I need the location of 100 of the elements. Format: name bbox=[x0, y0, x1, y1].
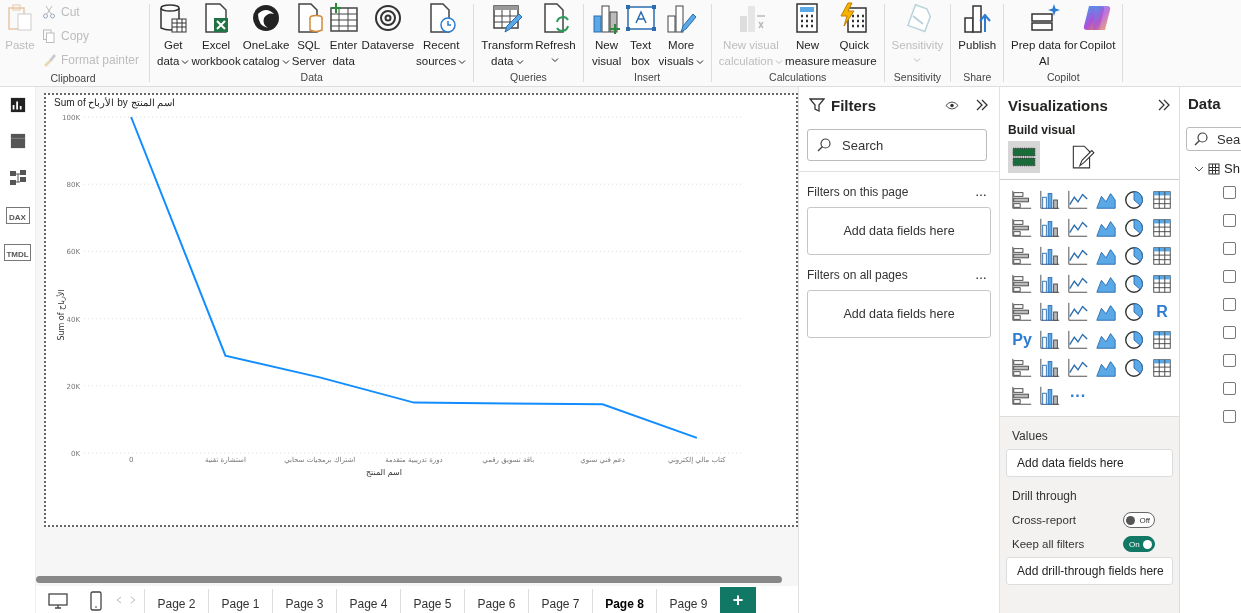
section-title: Values bbox=[1011, 428, 1049, 445]
field-checkbox[interactable] bbox=[1223, 298, 1236, 311]
line-chart-icon[interactable] bbox=[1067, 329, 1089, 351]
model-view-icon[interactable] bbox=[8, 169, 27, 187]
field-checkbox[interactable] bbox=[1223, 354, 1236, 367]
visual-type-button[interactable]: R bbox=[1156, 303, 1168, 321]
collapse-icon[interactable] bbox=[975, 99, 989, 111]
ribbon-button[interactable]: Recent sources bbox=[415, 0, 468, 69]
group-label: Calculations bbox=[769, 71, 827, 85]
ribbon-button[interactable]: Transform data bbox=[480, 0, 535, 69]
pie-chart-icon[interactable] bbox=[1123, 273, 1145, 295]
line-chart-icon[interactable] bbox=[1067, 301, 1089, 323]
more-options-button[interactable]: … bbox=[971, 185, 991, 199]
collapse-icon[interactable] bbox=[1157, 99, 1171, 111]
bar-chart-icon[interactable] bbox=[1011, 385, 1033, 407]
column-chart-icon[interactable] bbox=[1039, 189, 1061, 211]
field-checkbox[interactable] bbox=[1223, 410, 1236, 423]
line-chart-icon[interactable] bbox=[1067, 357, 1089, 379]
ribbon-button[interactable]: OneLake catalog bbox=[241, 0, 291, 69]
ribbon-button[interactable]: New measure bbox=[784, 0, 831, 69]
pie-chart-icon[interactable] bbox=[1123, 217, 1145, 239]
column-chart-icon[interactable] bbox=[1039, 357, 1061, 379]
ribbon-button[interactable]: SQL Server bbox=[290, 0, 327, 69]
ribbon-button[interactable]: New visual bbox=[589, 0, 624, 69]
table-icon[interactable] bbox=[1151, 245, 1173, 267]
pie-chart-icon[interactable] bbox=[1123, 189, 1145, 211]
field-checkbox[interactable] bbox=[1223, 186, 1236, 199]
x-axis-title: اسم المنتج bbox=[365, 468, 403, 477]
pie-chart-icon[interactable] bbox=[1123, 329, 1145, 351]
field-checkbox[interactable] bbox=[1223, 270, 1236, 283]
field-checkbox[interactable] bbox=[1223, 242, 1236, 255]
ribbon-button[interactable]: Publish bbox=[957, 0, 998, 53]
visual-type-button[interactable]: ··· bbox=[1070, 387, 1086, 405]
ribbon-button[interactable]: Enter data bbox=[326, 0, 361, 69]
search-field[interactable]: Sea bbox=[1186, 127, 1241, 151]
table-icon[interactable] bbox=[1151, 273, 1173, 295]
table-icon[interactable] bbox=[1151, 357, 1173, 379]
table-icon[interactable] bbox=[1151, 189, 1173, 211]
table-icon bbox=[1208, 162, 1220, 175]
ribbon-button[interactable]: Text box bbox=[623, 0, 658, 69]
pie-chart-icon[interactable] bbox=[1123, 357, 1145, 379]
table-view-icon[interactable] bbox=[9, 133, 26, 149]
line-chart-icon[interactable] bbox=[1067, 217, 1089, 239]
bar-chart-icon[interactable] bbox=[1011, 273, 1033, 295]
view-button[interactable]: TMDL bbox=[4, 244, 31, 261]
visual-type-button[interactable]: Py bbox=[1012, 331, 1032, 349]
ribbon-button[interactable]: Excel workbook bbox=[190, 0, 242, 69]
column-chart-icon[interactable] bbox=[1039, 273, 1061, 295]
bar-chart-icon[interactable] bbox=[1011, 189, 1033, 211]
drop-zone[interactable]: Add data fields here bbox=[1006, 449, 1173, 477]
toggle-switch[interactable]: On bbox=[1123, 536, 1155, 552]
column-chart-icon[interactable] bbox=[1039, 329, 1061, 351]
search-icon bbox=[1194, 132, 1208, 146]
bar-chart-icon[interactable] bbox=[1011, 301, 1033, 323]
column-chart-icon[interactable] bbox=[1039, 385, 1061, 407]
pane-title: Filters bbox=[831, 96, 877, 114]
group-label: Data bbox=[300, 71, 323, 85]
pie-chart-icon[interactable] bbox=[1123, 245, 1145, 267]
table-name[interactable]: Sh bbox=[1224, 161, 1240, 176]
line-chart-icon[interactable] bbox=[1067, 273, 1089, 295]
column-chart-icon[interactable] bbox=[1039, 301, 1061, 323]
drop-zone[interactable]: Add drill-through fields here bbox=[1006, 557, 1173, 585]
desktop-icon[interactable] bbox=[48, 593, 68, 609]
ribbon-button[interactable]: Get data bbox=[156, 0, 191, 69]
more-options-button[interactable]: … bbox=[971, 268, 991, 282]
group-label: Sensitivity bbox=[893, 71, 942, 85]
view-button[interactable]: DAX bbox=[5, 207, 30, 224]
ribbon-button[interactable]: Refresh bbox=[534, 0, 577, 63]
eye-icon[interactable] bbox=[945, 99, 959, 111]
group-label: Queries bbox=[510, 71, 547, 85]
ribbon-button[interactable]: Dataverse bbox=[360, 0, 416, 53]
line-chart-icon[interactable] bbox=[1067, 245, 1089, 267]
drop-zone[interactable]: Add data fields here bbox=[807, 207, 991, 255]
ribbon-button[interactable]: Quick measure bbox=[830, 0, 878, 69]
section-title: Build visual bbox=[1007, 122, 1077, 139]
ribbon-button[interactable]: More visuals bbox=[657, 0, 705, 69]
column-chart-icon[interactable] bbox=[1039, 217, 1061, 239]
line-chart-icon[interactable] bbox=[1067, 189, 1089, 211]
toggle-switch[interactable]: Off bbox=[1123, 512, 1155, 528]
scrollbar[interactable] bbox=[36, 576, 782, 583]
field-checkbox[interactable] bbox=[1223, 214, 1236, 227]
table-icon[interactable] bbox=[1151, 217, 1173, 239]
ribbon-button[interactable]: Prep data for AI bbox=[1010, 0, 1079, 69]
phone-icon[interactable] bbox=[90, 591, 102, 611]
drop-zone[interactable]: Add data fields here bbox=[807, 290, 991, 338]
toggle-label: Cross-report bbox=[1012, 514, 1076, 526]
table-icon[interactable] bbox=[1151, 329, 1173, 351]
build-visual-tab[interactable] bbox=[1008, 141, 1040, 173]
ribbon-button[interactable]: Copilot bbox=[1078, 0, 1117, 53]
report-view-icon[interactable] bbox=[9, 97, 26, 113]
bar-chart-icon[interactable] bbox=[1011, 357, 1033, 379]
pie-chart-icon[interactable] bbox=[1123, 301, 1145, 323]
bar-chart-icon[interactable] bbox=[1011, 245, 1033, 267]
search-field[interactable]: Search bbox=[807, 129, 987, 161]
add-page-button[interactable]: + bbox=[720, 587, 756, 613]
bar-chart-icon[interactable] bbox=[1011, 217, 1033, 239]
column-chart-icon[interactable] bbox=[1039, 245, 1061, 267]
pane-title: Data bbox=[1187, 94, 1222, 114]
field-checkbox[interactable] bbox=[1223, 382, 1236, 395]
field-checkbox[interactable] bbox=[1223, 326, 1236, 339]
